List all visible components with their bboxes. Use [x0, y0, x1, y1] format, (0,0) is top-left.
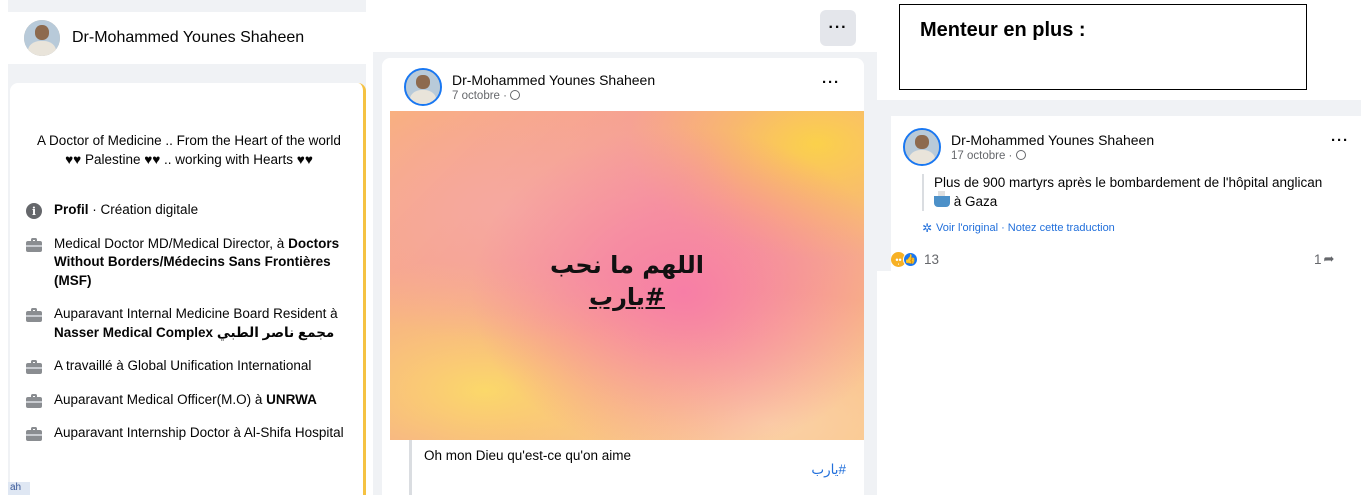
post-background-image: اللهم ما نحب #يارب — [390, 111, 864, 440]
intro-item-work-msf: Medical Doctor MD/Medical Director, à Do… — [26, 235, 356, 291]
intro-item-text: Auparavant Medical Officer(M.O) à UNRWA — [54, 391, 317, 407]
briefcase-icon — [26, 426, 42, 442]
intro-list: i Profil · Création digitale Medical Doc… — [26, 201, 356, 458]
intro-item-text: A travaillé à Global Unification Interna… — [54, 358, 312, 373]
briefcase-icon — [26, 307, 42, 323]
intro-item-work-global: A travaillé à Global Unification Interna… — [26, 357, 356, 376]
share-count-number: 1 — [1314, 251, 1322, 267]
post-card: Dr-Mohammed Younes Shaheen 7 octobre · ·… — [382, 58, 864, 495]
see-original-text: Voir l'original · Notez cette traduction — [936, 222, 1115, 234]
post-card: Dr-Mohammed Younes Shaheen 17 octobre · … — [891, 116, 1361, 271]
post-date[interactable]: 17 octobre · — [951, 150, 1154, 162]
intro-card: A Doctor of Medicine .. From the Heart o… — [10, 83, 366, 495]
post-body: Plus de 900 martyrs après le bombardemen… — [922, 174, 1342, 211]
post-header: Dr-Mohammed Younes Shaheen 17 octobre · — [903, 128, 1154, 166]
post-header: Dr-Mohammed Younes Shaheen 7 octobre · — [404, 68, 655, 106]
hashtag-link[interactable]: #يارب — [390, 281, 864, 313]
post-options-button[interactable]: ··· — [1331, 132, 1349, 149]
share-count[interactable]: 1 ➦ — [1314, 251, 1334, 267]
post-text: اللهم ما نحب #يارب — [390, 249, 864, 313]
profile-name[interactable]: Dr-Mohammed Younes Shaheen — [72, 29, 304, 47]
intro-item-text: Auparavant Internal Medicine Board Resid… — [54, 306, 338, 340]
post-text-line: اللهم ما نحب — [550, 251, 704, 279]
intro-item-text: Profil · Création digitale — [54, 202, 199, 217]
reactions-summary[interactable]: •̩• 👍 13 — [891, 252, 939, 267]
author-avatar[interactable] — [903, 128, 941, 166]
profile-bio: A Doctor of Medicine .. From the Heart o… — [37, 133, 341, 167]
post-date[interactable]: 7 octobre · — [452, 90, 655, 102]
hashtag-link[interactable]: #يارب — [811, 462, 846, 478]
post-meta: Dr-Mohammed Younes Shaheen 7 octobre · — [452, 72, 655, 102]
workplace-link[interactable]: Nasser Medical Complex مجمع ناصر الطبي — [54, 325, 334, 340]
post-author[interactable]: Dr-Mohammed Younes Shaheen — [452, 72, 655, 88]
top-bar: ··· — [373, 0, 877, 52]
profile-intro-panel: Dr-Mohammed Younes Shaheen A Doctor of M… — [8, 0, 366, 495]
post-options-button[interactable]: ··· — [822, 74, 840, 91]
info-icon: i — [26, 203, 42, 219]
intro-item-text: Medical Doctor MD/Medical Director, à Do… — [54, 235, 340, 288]
more-options-button[interactable]: ··· — [820, 10, 856, 46]
share-arrow-icon: ➦ — [1323, 251, 1335, 266]
intro-item-work-nasser: Auparavant Internal Medicine Board Resid… — [26, 305, 356, 342]
ship-icon — [934, 190, 950, 207]
intro-item-profile: i Profil · Création digitale — [26, 201, 356, 220]
corner-tag: ah — [8, 482, 30, 495]
intro-item-text: Auparavant Internship Doctor à Al-Shifa … — [54, 425, 344, 440]
briefcase-icon — [26, 237, 42, 253]
intro-item-work-shifa: Auparavant Internship Doctor à Al-Shifa … — [26, 424, 356, 443]
workplace-link[interactable]: UNRWA — [266, 392, 317, 407]
post-panel-1: ··· Dr-Mohammed Younes Shaheen 7 octobre… — [373, 0, 877, 495]
globe-icon — [510, 90, 521, 100]
post-panel-2: Menteur en plus : Dr-Mohammed Younes Sha… — [877, 0, 1361, 495]
profile-header: Dr-Mohammed Younes Shaheen — [8, 12, 366, 64]
post-body-line: Plus de 900 martyrs après le bombardemen… — [934, 175, 1323, 190]
gear-icon: ✲ — [922, 220, 933, 235]
intro-item-work-unrwa: Auparavant Medical Officer(M.O) à UNRWA — [26, 391, 356, 410]
annotation-box: Menteur en plus : — [899, 4, 1307, 90]
post-meta: Dr-Mohammed Younes Shaheen 17 octobre · — [951, 132, 1154, 162]
briefcase-icon — [26, 359, 42, 375]
globe-icon — [1015, 150, 1026, 160]
reaction-count: 13 — [924, 252, 940, 267]
post-author[interactable]: Dr-Mohammed Younes Shaheen — [951, 132, 1154, 148]
briefcase-icon — [26, 393, 42, 409]
post-body-line: à Gaza — [950, 193, 998, 209]
profile-avatar[interactable] — [24, 20, 60, 56]
screenshot-collage: Dr-Mohammed Younes Shaheen A Doctor of M… — [0, 0, 1361, 495]
like-reaction-icon: 👍 — [903, 252, 918, 267]
author-avatar[interactable] — [404, 68, 442, 106]
see-original-link[interactable]: ✲ Voir l'original · Notez cette traducti… — [922, 220, 1115, 235]
translation-text: Oh mon Dieu qu'est-ce qu'on aime — [409, 440, 854, 495]
